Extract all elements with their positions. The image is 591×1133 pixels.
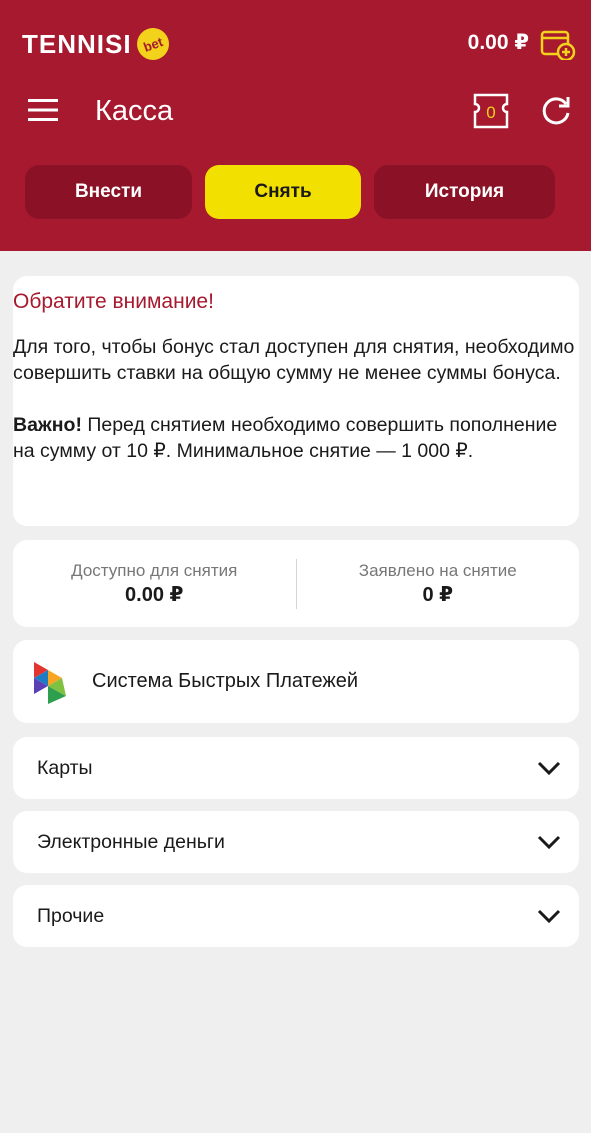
balance-value: 0.00 ₽ (467, 31, 529, 54)
notice-bonus-text: Для того, чтобы бонус стал доступен для … (13, 336, 575, 384)
sbp-method[interactable]: Система Быстрых Платежей (13, 640, 579, 723)
page-title: Касса (95, 95, 174, 127)
available-stat: Доступно для снятия 0.00 ₽ (13, 540, 296, 627)
sbp-label: Система Быстрых Платежей (92, 670, 359, 692)
betslip-count: 0 (486, 103, 495, 122)
app-header: TENNISI bet 0.00 ₽ Касса 0 Внести Снять … (0, 0, 591, 251)
section-e-money[interactable]: Электронные деньги (13, 811, 579, 873)
menu-icon[interactable] (28, 98, 58, 122)
section-cards-label: Карты (37, 756, 93, 779)
notice-important-label: Важно! (13, 414, 82, 436)
notice-title: Обратите внимание! (13, 290, 214, 313)
declared-stat: Заявлено на снятие 0 ₽ (297, 540, 580, 627)
notice-card: Обратите внимание! Для того, чтобы бонус… (13, 276, 579, 526)
tab-history[interactable]: История (374, 165, 555, 219)
available-value: 0.00 ₽ (125, 583, 184, 606)
notice-important-body: Перед снятием необходимо совершить попол… (13, 414, 558, 462)
section-other[interactable]: Прочие (13, 885, 579, 947)
section-e-money-label: Электронные деньги (37, 830, 225, 853)
wallet-add-icon[interactable] (540, 28, 576, 60)
chevron-down-icon (537, 909, 561, 924)
section-other-label: Прочие (37, 904, 105, 927)
chevron-down-icon (537, 761, 561, 776)
withdraw-stats: Доступно для снятия 0.00 ₽ Заявлено на с… (13, 540, 579, 627)
declared-value: 0 ₽ (422, 583, 454, 606)
logo-badge: bet (132, 23, 174, 65)
tab-withdraw[interactable]: Снять (205, 165, 361, 219)
cash-tabs: Внести Снять История (25, 165, 555, 219)
notice-important-text: Важно! Перед снятием необходимо совершит… (13, 412, 579, 464)
refresh-icon[interactable] (539, 94, 573, 128)
available-label: Доступно для снятия (71, 560, 238, 580)
section-cards[interactable]: Карты (13, 737, 579, 799)
sbp-logo-icon (34, 661, 66, 704)
tennisi-logo[interactable]: TENNISI bet (22, 23, 174, 65)
chevron-down-icon (537, 835, 561, 850)
declared-label: Заявлено на снятие (358, 560, 517, 580)
betslip-icon[interactable]: 0 (472, 92, 510, 130)
tab-deposit[interactable]: Внести (25, 165, 192, 219)
logo-text: TENNISI (22, 28, 132, 59)
